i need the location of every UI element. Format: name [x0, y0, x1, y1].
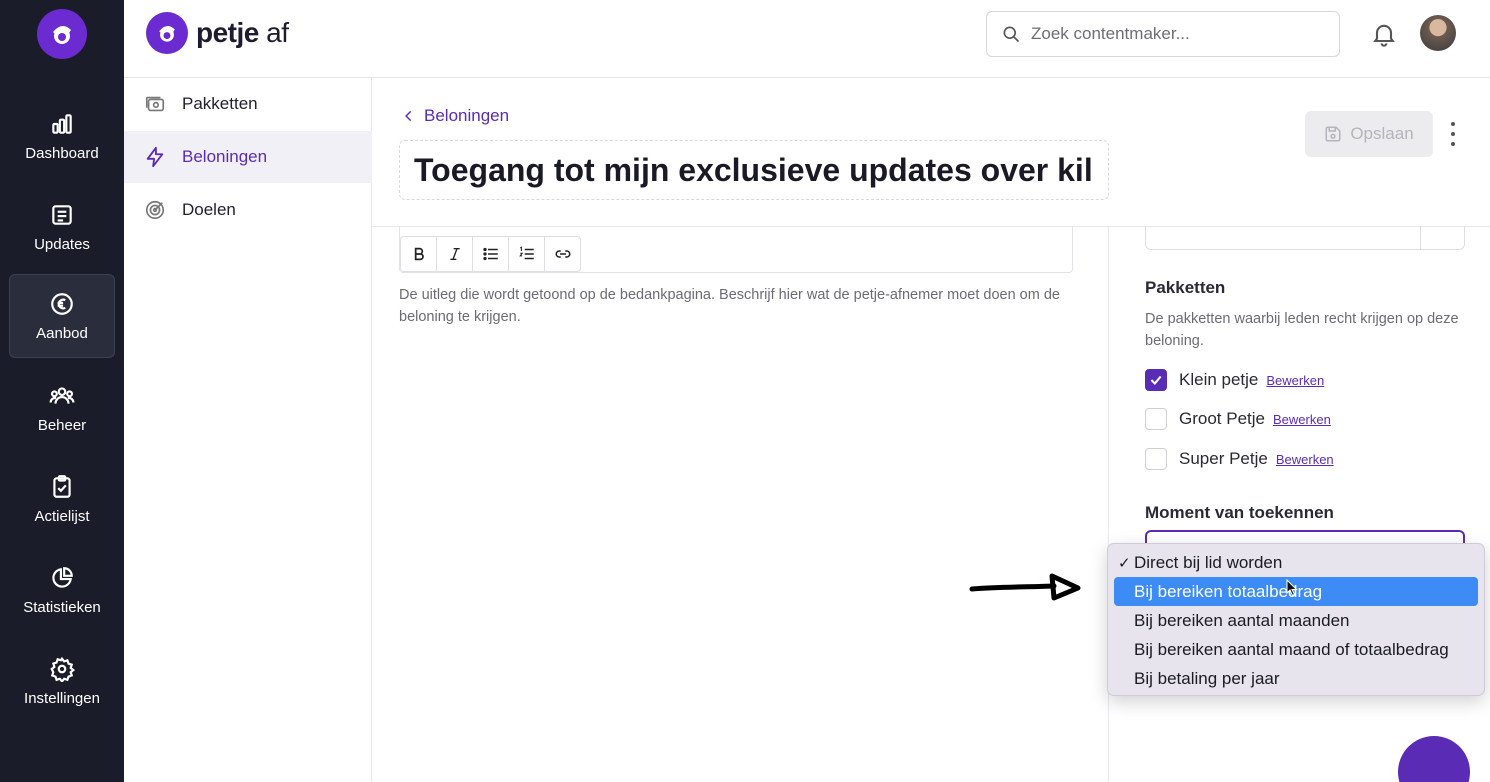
- italic-icon: [449, 248, 460, 260]
- moment-select[interactable]: [1145, 530, 1465, 544]
- numbered-list-icon: [518, 246, 534, 260]
- floppy-disk-icon: [1325, 126, 1341, 142]
- dropdown-option-highlighted[interactable]: Bij bereiken totaalbedrag: [1114, 577, 1478, 606]
- subnav-item-label: Doelen: [182, 200, 236, 219]
- page-title: Toegang tot mijn exclusieve updates over…: [414, 151, 1093, 188]
- avatar[interactable]: [1420, 15, 1456, 51]
- bold-button[interactable]: [400, 236, 437, 272]
- search-box[interactable]: [986, 11, 1340, 57]
- dropdown-option[interactable]: Bij bereiken aantal maanden: [1114, 606, 1478, 635]
- bell-icon[interactable]: [1370, 20, 1398, 48]
- brand-name: petje af: [196, 17, 289, 49]
- package-row: Groot Petje Bewerken: [1145, 408, 1331, 430]
- main-rail: Dashboard Updates Aanbod Beheer Actielij…: [0, 0, 124, 782]
- dropdown-option-label: Direct bij lid worden: [1134, 552, 1283, 572]
- pakketten-description: De pakketten waarbij leden recht krijgen…: [1145, 311, 1459, 349]
- package-checkbox[interactable]: [1145, 408, 1167, 430]
- subnav-item-label: Beloningen: [182, 147, 268, 166]
- rail-item-instellingen[interactable]: Instellingen: [9, 639, 115, 723]
- rail-item-label: Beheer: [37, 416, 87, 434]
- package-row: Klein petje Bewerken: [1145, 369, 1324, 391]
- dropdown-option-label: Bij betaling per jaar: [1134, 668, 1280, 688]
- package-checkbox[interactable]: [1145, 369, 1167, 391]
- italic-button[interactable]: [436, 236, 473, 272]
- previous-select-field[interactable]: [1145, 226, 1465, 250]
- annotation-arrow-icon: [969, 573, 1081, 601]
- link-button[interactable]: [544, 236, 581, 272]
- pie-chart-icon: [52, 566, 73, 588]
- settings-panel: Pakketten De pakketten waarbij leden rec…: [1108, 226, 1490, 782]
- rail-item-actielijst[interactable]: Actielijst: [9, 457, 115, 541]
- lightning-icon: [146, 146, 164, 168]
- gear-icon: [50, 656, 75, 682]
- rail-item-statistieken[interactable]: Statistieken: [9, 548, 115, 632]
- package-name: Klein petje: [1179, 370, 1259, 389]
- app-logo[interactable]: [37, 9, 87, 59]
- more-options-icon[interactable]: [1448, 122, 1458, 146]
- brand-logo-icon: [146, 12, 188, 54]
- editor-toolbar: [400, 236, 581, 272]
- newspaper-icon: [52, 204, 72, 225]
- bold-icon: [414, 247, 424, 261]
- package-edit-link[interactable]: Bewerken: [1276, 452, 1334, 467]
- rail-item-label: Dashboard: [25, 144, 99, 162]
- brand-name-bold: petje: [196, 17, 259, 48]
- rail-item-label: Aanbod: [36, 324, 88, 342]
- save-button[interactable]: Opslaan: [1305, 111, 1433, 157]
- subnav-item-pakketten[interactable]: Pakketten: [124, 78, 372, 130]
- chevron-left-icon: [405, 110, 412, 122]
- rail-item-aanbod[interactable]: Aanbod: [9, 274, 115, 358]
- subnav-item-label: Pakketten: [182, 94, 258, 113]
- search-input[interactable]: [1031, 24, 1321, 44]
- checkmark-icon: [1150, 375, 1162, 386]
- package-name: Super Petje: [1179, 449, 1268, 468]
- rail-item-label: Statistieken: [23, 598, 101, 616]
- package-checkbox[interactable]: [1145, 448, 1167, 470]
- dropdown-option-label: Bij bereiken aantal maanden: [1134, 610, 1350, 630]
- clipboard-check-icon: [53, 474, 71, 498]
- checkmark-icon: ✓: [1118, 555, 1131, 572]
- search-icon: [1003, 26, 1020, 43]
- package-name: Groot Petje: [1179, 409, 1265, 428]
- dropdown-option-label: Bij bereiken aantal maand of totaalbedra…: [1134, 639, 1449, 659]
- rail-item-label: Actielijst: [34, 507, 90, 525]
- rail-item-label: Instellingen: [24, 689, 100, 707]
- moment-title: Moment van toekennen: [1145, 503, 1334, 522]
- rail-item-label: Updates: [34, 235, 90, 253]
- package-edit-link[interactable]: Bewerken: [1273, 412, 1331, 427]
- rail-item-dashboard[interactable]: Dashboard: [9, 94, 115, 178]
- subnav-item-beloningen[interactable]: Beloningen: [124, 131, 372, 183]
- bullet-list-icon: [482, 247, 498, 261]
- dropdown-option[interactable]: Bij betaling per jaar: [1114, 664, 1478, 693]
- euro-icon: [51, 292, 73, 315]
- package-icon: [145, 96, 165, 112]
- subnav-item-doelen[interactable]: Doelen: [124, 184, 372, 236]
- rich-text-editor[interactable]: [399, 226, 1073, 273]
- numbered-list-button[interactable]: [508, 236, 545, 272]
- bullet-list-button[interactable]: [472, 236, 509, 272]
- bar-chart-icon: [52, 113, 72, 134]
- package-edit-link[interactable]: Bewerken: [1266, 373, 1324, 388]
- save-button-label: Opslaan: [1350, 124, 1414, 143]
- sub-sidebar: Pakketten Beloningen Doelen: [124, 78, 372, 782]
- link-icon: [555, 250, 570, 258]
- title-input[interactable]: Toegang tot mijn exclusieve updates over…: [399, 140, 1109, 200]
- brand[interactable]: petje af: [146, 12, 289, 54]
- petje-logo-icon: [53, 25, 71, 44]
- dropdown-option[interactable]: ✓ Direct bij lid worden: [1114, 548, 1478, 577]
- users-icon: [49, 386, 75, 404]
- mouse-cursor-icon: [1286, 579, 1298, 597]
- target-icon: [145, 200, 165, 220]
- dropdown-option[interactable]: Bij bereiken aantal maand of totaalbedra…: [1114, 635, 1478, 664]
- package-row: Super Petje Bewerken: [1145, 448, 1334, 470]
- back-link-label: Beloningen: [424, 106, 510, 125]
- rail-item-beheer[interactable]: Beheer: [9, 366, 115, 450]
- back-link[interactable]: Beloningen: [402, 106, 509, 126]
- rail-item-updates[interactable]: Updates: [9, 185, 115, 269]
- top-bar: petje af: [124, 0, 1490, 78]
- editor-hint: De uitleg die wordt getoond op de bedank…: [399, 287, 1060, 325]
- moment-dropdown-menu: ✓ Direct bij lid worden Bij bereiken tot…: [1107, 543, 1485, 696]
- brand-name-light: af: [266, 17, 289, 48]
- pakketten-title: Pakketten: [1145, 278, 1226, 297]
